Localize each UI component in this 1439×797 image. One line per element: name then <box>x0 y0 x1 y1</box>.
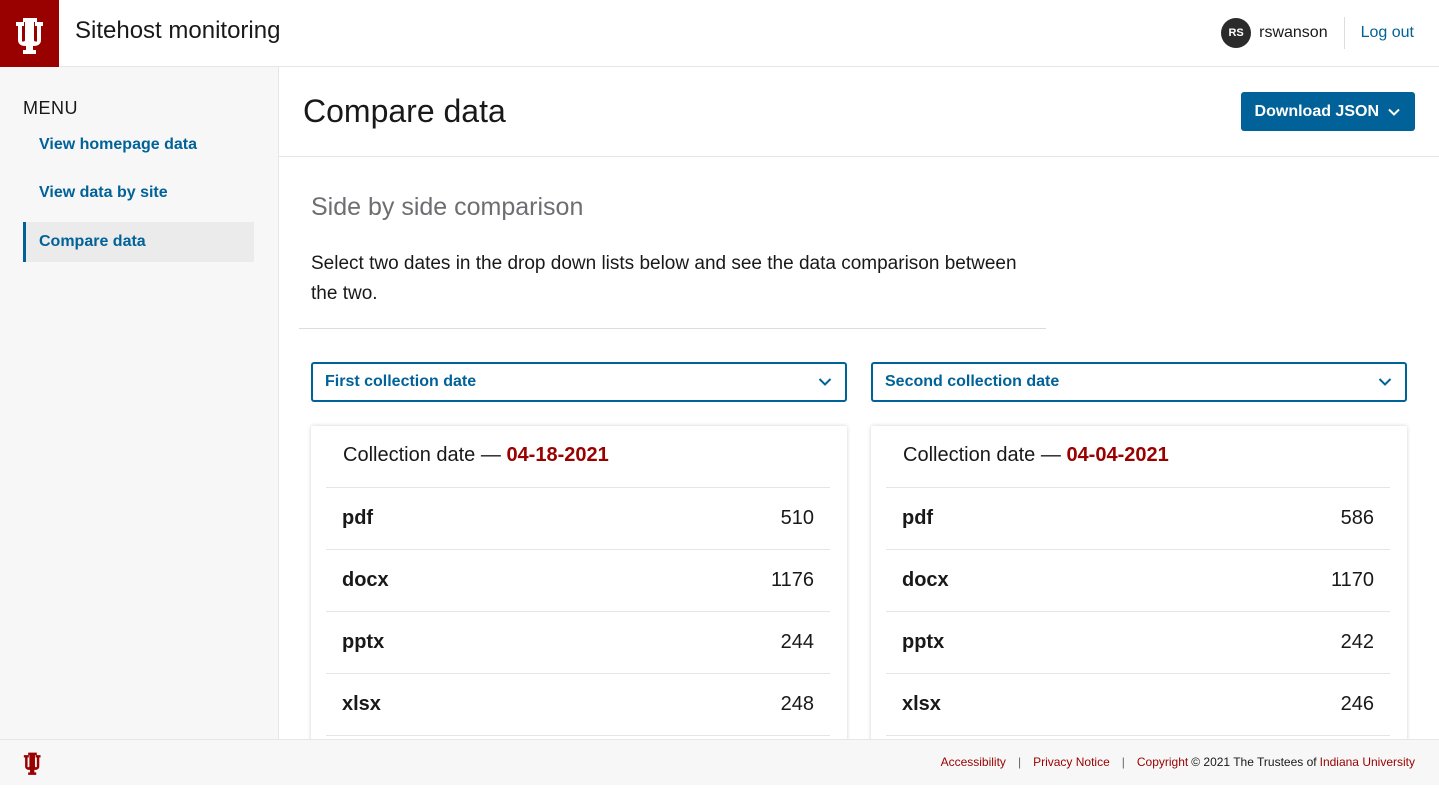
site-title: Sitehost monitoring <box>75 17 281 44</box>
row-key: xlsx <box>902 693 941 715</box>
row-key: docx <box>342 569 389 591</box>
chevron-down-icon <box>1388 108 1400 116</box>
row-value: 242 <box>1340 631 1374 653</box>
chevron-down-icon <box>1378 378 1392 386</box>
copyright-link[interactable]: Copyright <box>1137 755 1188 769</box>
sidebar: MENU View homepage data View data by sit… <box>0 67 279 739</box>
sidebar-item-view-homepage-data[interactable]: View homepage data <box>23 125 254 165</box>
menu-label: MENU <box>23 98 78 118</box>
row-value: 1176 <box>770 569 814 591</box>
footer: Accessibility | Privacy Notice | Copyrig… <box>0 739 1439 785</box>
table-row: pptx 242 <box>886 611 1390 673</box>
user-avatar: RS <box>1221 18 1252 48</box>
header-divider <box>1343 17 1345 49</box>
row-key: xlsx <box>342 693 381 715</box>
sidebar-item-compare-data[interactable]: Compare data <box>23 222 254 262</box>
row-key: docx <box>902 569 949 591</box>
card-heading-label: Collection date — <box>903 444 1061 466</box>
card-date: 04-04-2021 <box>1066 444 1169 466</box>
first-collection-date-select[interactable]: First collection date <box>311 362 847 402</box>
row-value: 1170 <box>1330 569 1374 591</box>
logout-link[interactable]: Log out <box>1361 24 1414 42</box>
iu-trident-icon <box>23 752 41 775</box>
row-value: 586 <box>1340 507 1374 529</box>
download-json-label: Download JSON <box>1254 102 1379 120</box>
iu-trident-icon <box>15 17 43 54</box>
page-header: Compare data Download JSON <box>279 67 1439 157</box>
card-heading: Collection date — 04-18-2021 <box>343 444 609 467</box>
row-value: 510 <box>780 507 814 529</box>
chevron-down-icon <box>818 378 832 386</box>
table-row: xlsx 246 <box>886 673 1390 735</box>
card-heading-label: Collection date — <box>343 444 501 466</box>
row-key: pptx <box>342 631 385 653</box>
user-area: RS rswanson Log out <box>1221 15 1414 51</box>
sidebar-item-view-data-by-site[interactable]: View data by site <box>23 173 254 213</box>
footer-links: Accessibility | Privacy Notice | Copyrig… <box>941 755 1415 769</box>
collection-card-second: Collection date — 04-04-2021 pdf 586 doc… <box>871 426 1407 766</box>
table-row: docx 1176 <box>326 549 830 611</box>
first-select-label: First collection date <box>325 373 477 390</box>
top-header: Sitehost monitoring RS rswanson Log out <box>0 0 1439 67</box>
page-title: Compare data <box>303 93 506 129</box>
row-key: pdf <box>342 507 374 529</box>
download-json-button[interactable]: Download JSON <box>1240 92 1415 131</box>
row-key: pptx <box>902 631 945 653</box>
row-value: 248 <box>780 693 814 715</box>
second-collection-date-select[interactable]: Second collection date <box>871 362 1407 402</box>
row-value: 244 <box>780 631 814 653</box>
row-value: 246 <box>1340 693 1374 715</box>
accessibility-link[interactable]: Accessibility <box>941 755 1006 769</box>
username: rswanson <box>1259 24 1328 41</box>
section-description: Select two dates in the drop down lists … <box>311 253 1017 304</box>
collection-card-first: Collection date — 04-18-2021 pdf 510 doc… <box>311 426 847 766</box>
footer-logo[interactable] <box>22 750 43 780</box>
section-title: Side by side comparison <box>311 193 584 221</box>
indiana-university-link[interactable]: Indiana University <box>1320 755 1415 769</box>
table-row: pdf 510 <box>326 487 830 549</box>
section-divider <box>299 328 1046 329</box>
privacy-notice-link[interactable]: Privacy Notice <box>1033 755 1110 769</box>
table-row: xlsx 248 <box>326 673 830 735</box>
table-row: docx 1170 <box>886 549 1390 611</box>
footer-separator: | <box>1017 755 1022 769</box>
footer-separator: | <box>1121 755 1125 769</box>
card-date: 04-18-2021 <box>506 444 609 466</box>
second-select-label: Second collection date <box>885 373 1060 390</box>
iu-logo[interactable] <box>0 0 59 67</box>
copyright-text: © 2021 The Trustees of <box>1191 755 1317 769</box>
table-row: pptx 244 <box>326 611 830 673</box>
table-row: pdf 586 <box>886 487 1390 549</box>
row-key: pdf <box>902 507 934 529</box>
card-heading: Collection date — 04-04-2021 <box>903 444 1169 467</box>
